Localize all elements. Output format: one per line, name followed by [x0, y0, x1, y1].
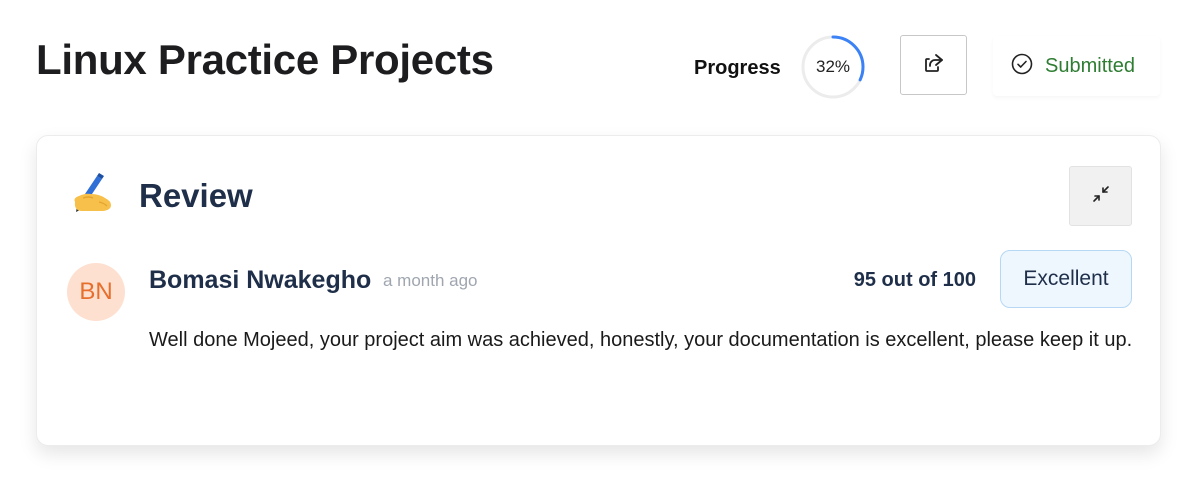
- progress-label: Progress: [694, 57, 781, 79]
- submission-status: Submitted: [993, 36, 1160, 96]
- check-circle-icon: [1011, 53, 1033, 80]
- review-comment: Well done Mojeed, your project aim was a…: [149, 329, 1133, 351]
- reviewer-name: Bomasi Nwakegho: [149, 266, 372, 294]
- writing-hand-icon: [69, 172, 115, 214]
- share-button[interactable]: [900, 35, 967, 95]
- avatar: BN: [67, 263, 125, 321]
- review-timestamp: a month ago: [383, 271, 478, 290]
- progress-ring: 32%: [800, 34, 866, 100]
- review-heading: Review: [139, 177, 253, 214]
- collapse-icon: [1091, 184, 1111, 209]
- progress-value: 32%: [815, 57, 851, 76]
- share-icon: [922, 51, 946, 80]
- review-score: 95 out of 100: [853, 269, 976, 291]
- status-text: Submitted: [1045, 54, 1136, 77]
- review-card: Review BN Bomasi Nwakegho a month ago 95…: [36, 135, 1161, 446]
- collapse-button[interactable]: [1069, 166, 1132, 226]
- page-title: Linux Practice Projects: [36, 36, 494, 83]
- rating-badge: Excellent: [1000, 250, 1132, 308]
